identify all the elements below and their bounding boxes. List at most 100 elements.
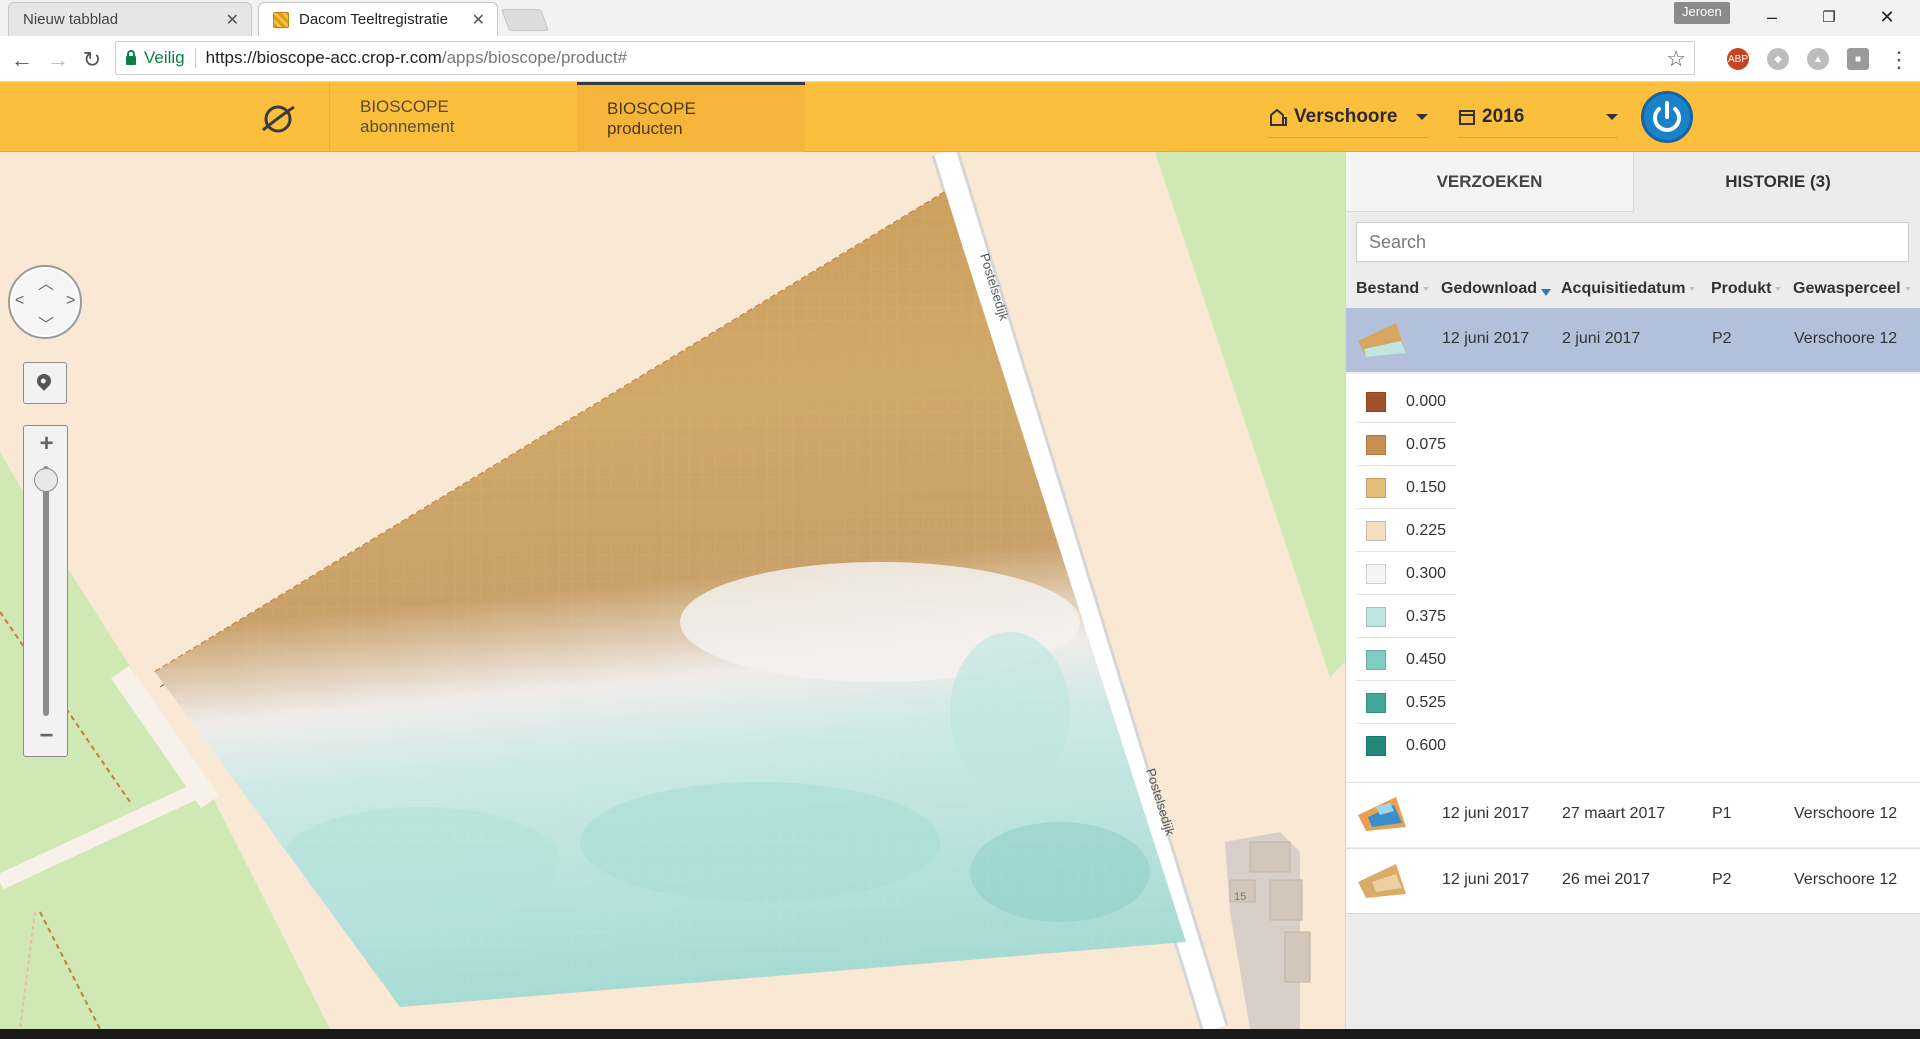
browser-tab-new[interactable]: Nieuw tabblad ✕ — [8, 2, 252, 36]
cell-produkt: P2 — [1712, 871, 1732, 888]
tab-historie[interactable]: HISTORIE (3) — [1634, 152, 1920, 212]
pan-right-icon[interactable]: > — [66, 292, 75, 310]
legend-item: 0.225 — [1356, 509, 1456, 552]
legend-swatch — [1366, 736, 1386, 756]
column-header-acquisitiedatum[interactable]: Acquisitiedatum — [1561, 280, 1696, 298]
sort-icon — [1904, 286, 1911, 291]
year-dropdown-value: 2016 — [1482, 105, 1525, 127]
file-thumbnail-icon — [1358, 323, 1406, 357]
back-arrow-icon[interactable]: ← — [8, 46, 36, 74]
address-bar[interactable]: Veilig https://bioscope-acc.crop-r.com /… — [115, 41, 1695, 75]
column-header-bestand[interactable]: Bestand — [1356, 280, 1430, 298]
legend-item: 0.375 — [1356, 595, 1456, 638]
legend-item: 0.450 — [1356, 638, 1456, 681]
tab-title: Nieuw tabblad — [23, 11, 119, 28]
farm-dropdown-value: Verschoore — [1294, 105, 1398, 127]
tab-verzoeken[interactable]: VERZOEKEN — [1346, 152, 1634, 212]
column-header-gewasperceel[interactable]: Gewasperceel — [1793, 280, 1911, 298]
legend-swatch — [1366, 392, 1386, 412]
column-header-produkt[interactable]: Produkt — [1711, 280, 1782, 298]
close-icon[interactable]: ✕ — [226, 10, 239, 30]
browser-tab-dacom[interactable]: Dacom Teeltregistratie ✕ — [258, 2, 498, 36]
tab-title: Dacom Teeltregistratie — [299, 11, 448, 28]
nav-bioscope-abonnement[interactable]: BIOSCOPE abonnement — [330, 82, 576, 152]
table-row[interactable]: 12 juni 2017 26 mei 2017 P2 Verschoore 1… — [1346, 848, 1920, 914]
table-row[interactable]: 12 juni 2017 27 maart 2017 P1 Verschoore… — [1346, 782, 1920, 847]
security-label: Veilig — [144, 48, 185, 67]
pan-control[interactable]: ︿ ﹀ < > — [8, 265, 82, 339]
cell-acquisitiedatum: 2 juni 2017 — [1562, 330, 1641, 347]
url-host: https://bioscope-acc.crop-r.com — [205, 48, 442, 67]
legend-swatch — [1366, 435, 1386, 455]
zoom-out-icon[interactable]: − — [24, 722, 69, 750]
file-thumbnail-icon — [1358, 797, 1406, 831]
legend-item: 0.000 — [1356, 380, 1456, 423]
cell-gedownload: 12 juni 2017 — [1442, 330, 1530, 347]
legend-swatch — [1366, 564, 1386, 584]
year-dropdown[interactable]: 2016 — [1458, 96, 1618, 138]
drive-icon[interactable]: ▲ — [1807, 48, 1829, 70]
window-close-icon[interactable]: ✕ — [1864, 2, 1910, 32]
reload-icon[interactable]: ↻ — [78, 46, 106, 74]
new-tab-button[interactable] — [500, 9, 550, 31]
cell-produkt: P1 — [1712, 805, 1732, 822]
profile-button[interactable]: Jeroen — [1674, 2, 1730, 24]
minimize-icon[interactable]: – — [1749, 2, 1795, 32]
zoom-control: + − — [23, 425, 68, 757]
legend-item: 0.300 — [1356, 552, 1456, 595]
sort-icon — [1775, 286, 1782, 291]
legend-swatch — [1366, 650, 1386, 670]
cell-acquisitiedatum: 27 maart 2017 — [1562, 805, 1666, 822]
cell-produkt: P2 — [1712, 330, 1732, 347]
cell-gedownload: 12 juni 2017 — [1442, 805, 1530, 822]
legend-item: 0.150 — [1356, 466, 1456, 509]
zoom-slider-track[interactable] — [43, 466, 49, 716]
search-input[interactable] — [1356, 222, 1909, 262]
legend-swatch — [1366, 607, 1386, 627]
app-header: BIOSCOPE abonnement BIOSCOPE producten V… — [0, 82, 1920, 152]
farm-dropdown[interactable]: Verschoore — [1268, 96, 1428, 138]
locate-button[interactable] — [23, 362, 67, 404]
power-icon — [1653, 101, 1681, 132]
pan-left-icon[interactable]: < — [15, 292, 24, 310]
restore-icon[interactable]: ❐ — [1806, 2, 1852, 32]
zoom-in-icon[interactable]: + — [24, 430, 69, 458]
browser-toolbar: ← → ↻ Veilig https://bioscope-acc.crop-r… — [0, 36, 1920, 82]
table-row[interactable]: 12 juni 2017 2 juni 2017 P2 Verschoore 1… — [1346, 308, 1920, 372]
cell-gewasperceel: Verschoore 12 — [1794, 805, 1898, 822]
legend-swatch — [1366, 693, 1386, 713]
sort-descending-icon — [1541, 289, 1551, 297]
lock-icon — [126, 49, 136, 65]
cell-acquisitiedatum: 26 mei 2017 — [1562, 871, 1651, 888]
forward-arrow-icon[interactable]: → — [44, 46, 72, 74]
zoom-slider-handle[interactable] — [34, 468, 58, 492]
column-header-gedownload[interactable]: Gedownload — [1441, 280, 1551, 298]
legend-item: 0.525 — [1356, 681, 1456, 724]
browser-menu-icon[interactable]: ⋮ — [1885, 46, 1913, 74]
browser-tabstrip: Nieuw tabblad ✕ Dacom Teeltregistratie ✕… — [0, 0, 1920, 36]
dacom-favicon-icon — [273, 11, 289, 28]
url-path: /apps/bioscope/product# — [441, 48, 628, 67]
dropbox-icon[interactable]: ◆ — [1767, 48, 1789, 70]
nav-bioscope-producten[interactable]: BIOSCOPE producten — [577, 82, 805, 152]
legend-swatch — [1366, 521, 1386, 541]
chevron-down-icon — [1606, 114, 1618, 120]
legend-item: 0.075 — [1356, 423, 1456, 466]
calendar-icon — [1459, 109, 1475, 125]
extension-icon[interactable]: ■ — [1847, 48, 1869, 70]
power-button[interactable] — [1641, 91, 1693, 143]
file-thumbnail-icon — [1358, 864, 1406, 898]
pan-down-icon[interactable]: ﹀ — [38, 311, 54, 335]
chevron-down-icon — [1416, 114, 1428, 120]
close-icon[interactable]: ✕ — [472, 10, 485, 30]
adblock-icon[interactable]: ABP — [1727, 48, 1749, 70]
cell-gedownload: 12 juni 2017 — [1442, 871, 1530, 888]
bioscope-logo-icon[interactable] — [259, 100, 297, 138]
os-taskbar — [0, 1029, 1920, 1039]
farm-icon — [1270, 108, 1287, 126]
bookmark-star-icon[interactable]: ☆ — [1666, 46, 1686, 72]
history-panel: VERZOEKEN HISTORIE (3) Bestand Gedownloa… — [1345, 152, 1920, 1029]
pan-up-icon[interactable]: ︿ — [38, 270, 54, 294]
map-view[interactable]: Postelsedijk Postelsedijk 15 ︿ ﹀ < > + − — [0, 152, 1345, 1029]
cell-gewasperceel: Verschoore 12 — [1794, 330, 1898, 347]
